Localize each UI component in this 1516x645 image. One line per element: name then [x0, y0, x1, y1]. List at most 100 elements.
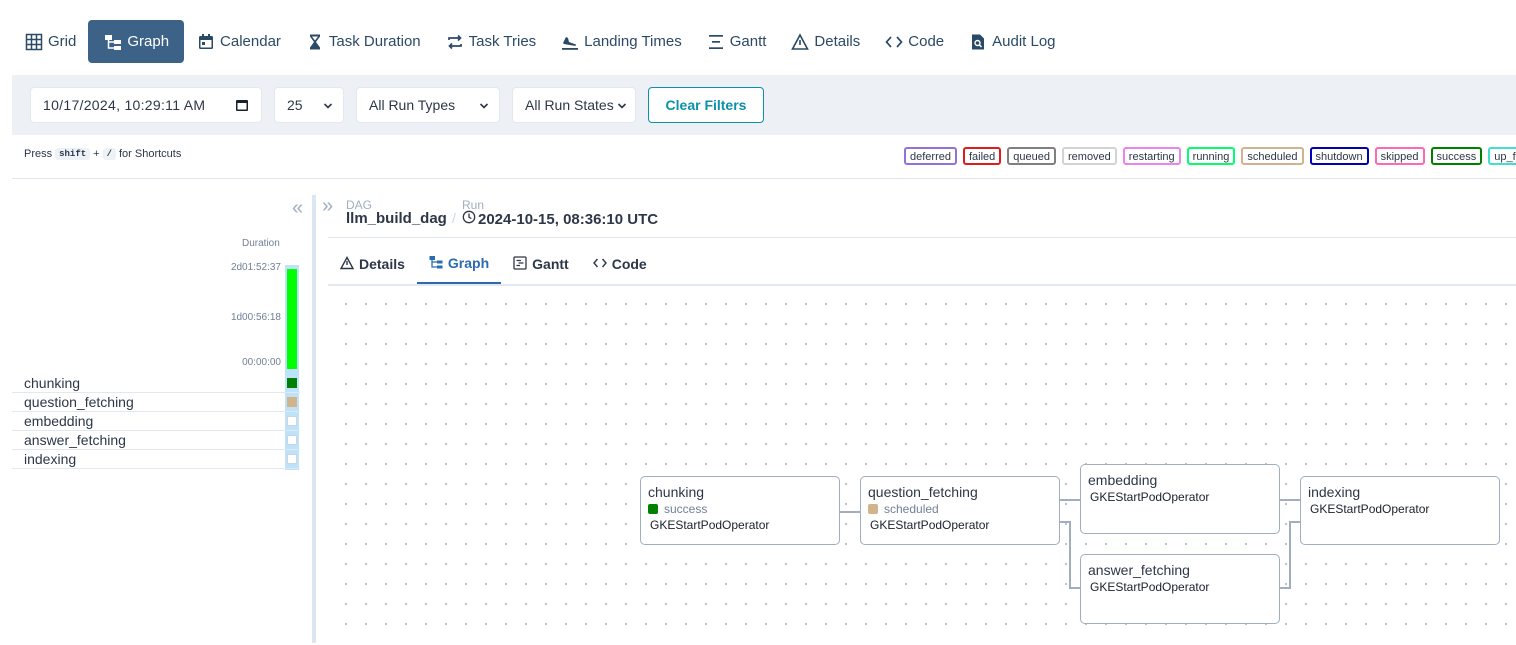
calendar-icon — [196, 32, 216, 52]
graph-node-chunking[interactable]: chunking success GKEStartPodOperator — [640, 476, 840, 545]
tab-graph[interactable]: Graph — [416, 244, 502, 284]
expand-panel-icon[interactable]: » — [322, 195, 333, 218]
nav-code[interactable]: Code — [872, 20, 956, 63]
graph-node-answer-fetching[interactable]: answer_fetching GKEStartPodOperator — [1080, 554, 1280, 624]
node-state: success — [648, 502, 832, 516]
breadcrumb-run-id: 2024-10-15, 08:36:10 UTC — [478, 210, 659, 228]
nav-calendar[interactable]: Calendar — [184, 20, 293, 63]
legend-restarting[interactable]: restarting — [1122, 147, 1181, 165]
graph-node-embedding[interactable]: embedding GKEStartPodOperator — [1080, 464, 1280, 534]
num-runs-value: 25 — [287, 97, 303, 113]
legend-shutdown[interactable]: shutdown — [1309, 147, 1369, 165]
graph-edges — [840, 499, 1300, 589]
task-row-indexing[interactable]: indexing — [12, 450, 300, 469]
divider — [328, 237, 1516, 238]
nav-gantt[interactable]: Gantt — [694, 20, 779, 63]
panel-resize-handle[interactable] — [312, 195, 316, 643]
nav-task-tries[interactable]: Task Tries — [433, 20, 549, 63]
task-name: answer_fetching — [24, 432, 126, 448]
nav-task-duration-label: Task Duration — [328, 33, 421, 50]
clear-filters-button[interactable]: Clear Filters — [648, 87, 764, 123]
num-runs-select[interactable]: 25 — [274, 87, 344, 123]
legend-success[interactable]: success — [1430, 147, 1483, 165]
duration-tick: 2d01:52:37 — [230, 262, 281, 273]
edge-answer-fetching-indexing — [1280, 521, 1300, 589]
duration-tick: 1d00:56:18 — [230, 312, 281, 323]
legend-failed[interactable]: failed — [962, 147, 1002, 165]
view-nav: Grid Graph Calendar Task Duration Task T… — [12, 20, 1068, 63]
task-name: embedding — [24, 413, 94, 429]
nav-calendar-label: Calendar — [220, 33, 281, 50]
task-row-answer-fetching[interactable]: answer_fetching — [12, 431, 300, 450]
hourglass-icon — [305, 32, 325, 52]
legend-removed[interactable]: removed — [1062, 147, 1117, 165]
nav-landing-times[interactable]: Landing Times — [548, 20, 694, 63]
nav-details[interactable]: Details — [778, 20, 872, 63]
nav-task-duration[interactable]: Task Duration — [293, 20, 433, 63]
node-state-label: success — [664, 502, 708, 516]
run-states-select[interactable]: All Run States — [512, 87, 636, 123]
state-dot — [648, 504, 658, 514]
node-name: indexing — [1308, 484, 1361, 500]
node-operator: GKEStartPodOperator — [1310, 502, 1430, 516]
node-name: embedding — [1088, 472, 1158, 488]
node-state-label: scheduled — [884, 502, 939, 516]
tab-code[interactable]: Code — [581, 244, 659, 284]
nav-grid-label: Grid — [48, 33, 77, 50]
shortcut-key-slash: / — [102, 148, 116, 160]
task-name: question_fetching — [24, 394, 134, 410]
chevron-down-icon — [617, 99, 627, 115]
task-instance-square[interactable] — [287, 435, 297, 445]
calendar-picker-icon[interactable] — [235, 98, 249, 115]
task-name: chunking — [24, 375, 81, 391]
duration-tick: 00:00:00 — [242, 357, 281, 368]
datetime-input[interactable]: 10/17/2024, 10:29:11 AM — [30, 87, 262, 123]
nav-graph-label: Graph — [127, 33, 170, 50]
legend-up-for-retry[interactable]: up_for_re — [1488, 147, 1516, 165]
tab-details[interactable]: Details — [328, 244, 417, 284]
graph-node-indexing[interactable]: indexing GKEStartPodOperator — [1300, 476, 1500, 545]
nav-graph[interactable]: Graph — [88, 20, 185, 63]
task-row-chunking[interactable]: chunking — [12, 374, 300, 393]
nav-task-tries-label: Task Tries — [468, 33, 537, 50]
task-instance-square[interactable] — [287, 454, 297, 464]
run-duration-bar[interactable] — [287, 269, 297, 369]
legend-running[interactable]: running — [1186, 147, 1236, 165]
node-name: question_fetching — [868, 484, 978, 500]
nav-code-label: Code — [908, 33, 945, 50]
nav-audit-log-label: Audit Log — [992, 33, 1056, 50]
chevron-down-icon — [479, 99, 489, 115]
node-operator: GKEStartPodOperator — [1090, 490, 1210, 504]
divider — [12, 178, 1516, 179]
task-instance-square[interactable] — [287, 397, 297, 407]
collapse-grid-icon[interactable]: « — [292, 197, 303, 220]
run-states-value: All Run States — [525, 97, 614, 113]
task-instance-square[interactable] — [287, 416, 297, 426]
code-icon — [884, 32, 904, 52]
task-row-question-fetching[interactable]: question_fetching — [12, 393, 300, 412]
graph-icon — [103, 32, 123, 52]
breadcrumb-dag[interactable]: llm_build_dag — [346, 210, 447, 227]
breadcrumb-run[interactable]: 2024-10-15, 08:36:10 UTC — [462, 210, 658, 228]
warning-icon — [339, 255, 355, 273]
nav-audit-log[interactable]: Audit Log — [956, 20, 1067, 63]
legend-skipped[interactable]: skipped — [1374, 147, 1425, 165]
graph-node-question-fetching[interactable]: question_fetching scheduled GKEStartPodO… — [860, 476, 1060, 545]
task-row-embedding[interactable]: embedding — [12, 412, 300, 431]
grid-icon — [24, 32, 44, 52]
task-name: indexing — [24, 451, 77, 467]
legend-deferred[interactable]: deferred — [904, 147, 957, 165]
filter-bar: 10/17/2024, 10:29:11 AM 25 All Run Types… — [12, 75, 1516, 135]
nav-grid[interactable]: Grid — [12, 20, 88, 63]
tab-gantt[interactable]: Gantt — [501, 244, 581, 284]
run-types-value: All Run Types — [369, 97, 456, 113]
shortcut-press: Press — [24, 148, 53, 160]
audit-icon — [968, 32, 988, 52]
legend-queued[interactable]: queued — [1007, 147, 1056, 165]
run-types-select[interactable]: All Run Types — [356, 87, 500, 123]
legend-scheduled[interactable]: scheduled — [1241, 147, 1304, 165]
node-operator: GKEStartPodOperator — [870, 518, 990, 532]
state-dot — [868, 504, 878, 514]
task-instance-square[interactable] — [287, 378, 297, 388]
graph-canvas[interactable]: chunking success GKEStartPodOperator que… — [328, 284, 1516, 643]
